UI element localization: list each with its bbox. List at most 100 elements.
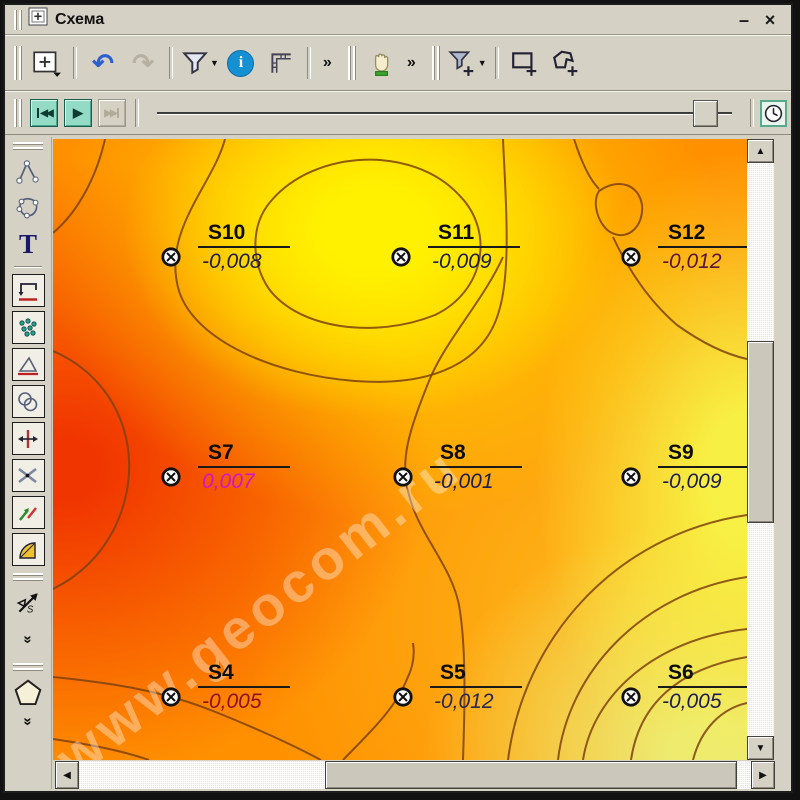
main-toolbar: ↶ ↷ ▼ i » » ▼ [5,35,791,91]
separator [169,47,173,79]
station-label: S8-0,001 [430,441,550,494]
station-marker-icon[interactable] [161,687,181,707]
horizontal-scrollbar[interactable]: ◀ ▶ [55,761,775,789]
pentagon-icon [12,677,44,709]
filter-button[interactable]: ▼ [179,43,221,83]
slider-thumb[interactable] [693,100,718,127]
station-marker-icon[interactable] [621,687,641,707]
scale-tool-button[interactable]: S [10,585,46,621]
frame-tool-button[interactable] [12,274,45,307]
toolbar-grip[interactable] [14,99,22,127]
station-label: S6-0,005 [658,661,747,714]
scroll-down-button[interactable]: ▼ [747,736,774,760]
polygon-nodes-icon [14,194,42,222]
pentagon-tool-button[interactable] [10,675,46,711]
toolbar-overflow-button[interactable]: » [401,54,422,72]
text-tool-button[interactable]: T [10,226,46,262]
station-label: S10-0,008 [198,221,318,274]
clock-icon [763,103,784,124]
time-settings-button[interactable] [760,100,787,127]
separator [135,99,139,127]
playback-toolbar: ◀◀ ▶ ▶▶ [5,91,791,135]
scroll-right-button[interactable]: ▶ [751,761,775,789]
filter-add-button[interactable]: ▼ [445,43,489,83]
undo-button[interactable]: ↶ [83,43,123,83]
timeline-slider[interactable] [155,99,734,127]
new-view-button[interactable] [27,43,67,83]
window-plus-icon [31,49,63,77]
circles-tool-button[interactable] [12,385,45,418]
station-marker-icon[interactable] [621,467,641,487]
svg-text:S: S [27,605,34,616]
separator [495,47,499,79]
corner-ruler-button[interactable] [261,43,301,83]
slider-track[interactable] [157,112,732,115]
separator [750,99,754,127]
station-name: S8 [430,441,522,468]
toolbar-grip[interactable] [14,46,22,80]
toolbar-grip[interactable] [348,46,356,80]
polygon-plus-icon [550,48,580,78]
polygon-tool-button[interactable] [10,190,46,226]
funnel-icon [181,49,209,77]
station-marker-icon[interactable] [393,687,413,707]
vector-lines-icon [15,500,41,526]
start-bar-icon [37,108,39,118]
play-button[interactable]: ▶ [64,99,92,127]
map-canvas[interactable]: www.geocom.ru S10-0,008S11-0,009S12-0,01… [53,139,747,760]
vector-tool-button[interactable] [12,496,45,529]
station-name: S10 [198,221,290,248]
vertical-scroll-thumb[interactable] [747,341,774,523]
horizontal-scroll-track[interactable] [79,761,751,789]
toolbar-overflow-button[interactable]: » [317,54,338,72]
station-value: 0,007 [198,470,318,494]
scroll-up-button[interactable]: ▲ [747,139,774,163]
vertical-scroll-track[interactable] [747,163,774,736]
points-cloud-icon [15,315,41,341]
redo-button[interactable]: ↷ [123,43,163,83]
vertical-scrollbar[interactable]: ▲ ▼ [747,139,774,760]
protractor-tool-button[interactable] [12,533,45,566]
go-to-end-button[interactable]: ▶▶ [98,99,126,127]
station-marker-icon[interactable] [393,467,413,487]
go-to-start-button[interactable]: ◀◀ [30,99,58,127]
station-marker-icon[interactable] [621,247,641,267]
corner-ruler-icon [267,49,295,77]
redo-arrow-icon: ↷ [132,48,154,79]
more-tools-chevron[interactable]: » [20,717,37,725]
close-button[interactable]: × [757,7,783,33]
window-icon [27,6,49,33]
polyline-tool-button[interactable] [10,154,46,190]
toolbar-grip[interactable] [432,46,440,80]
scheme-window: Схема – × ↶ ↷ ▼ i » » [3,3,793,793]
minimize-button[interactable]: – [731,7,757,33]
points-tool-button[interactable] [12,311,45,344]
toolbar-grip[interactable] [13,573,43,581]
station-value: -0,009 [658,470,747,494]
more-tools-chevron[interactable]: » [20,635,37,643]
pan-hand-button[interactable] [361,43,401,83]
separator [73,47,77,79]
select-rectangle-button[interactable] [505,43,545,83]
station-value: -0,008 [198,250,318,274]
toolbar-grip[interactable] [13,663,43,671]
station-value: -0,012 [430,690,550,714]
cross-tool-button[interactable] [12,459,45,492]
chevron-down-icon: ▼ [478,58,487,68]
station-value: -0,005 [658,690,747,714]
rewind-icon: ◀◀ [40,108,51,119]
window-title: Схема [55,11,104,29]
info-button[interactable]: i [221,43,261,83]
horizontal-scroll-thumb[interactable] [325,761,737,789]
station-marker-icon[interactable] [391,247,411,267]
station-marker-icon[interactable] [161,467,181,487]
titlebar[interactable]: Схема – × [5,5,791,35]
junction-tool-button[interactable] [12,422,45,455]
angle-tool-button[interactable] [12,348,45,381]
titlebar-grip[interactable] [14,10,22,30]
select-polygon-button[interactable] [545,43,585,83]
scroll-left-button[interactable]: ◀ [55,761,79,789]
station-marker-icon[interactable] [161,247,181,267]
toolbar-grip[interactable] [13,142,43,150]
text-tool-icon: T [19,229,37,260]
